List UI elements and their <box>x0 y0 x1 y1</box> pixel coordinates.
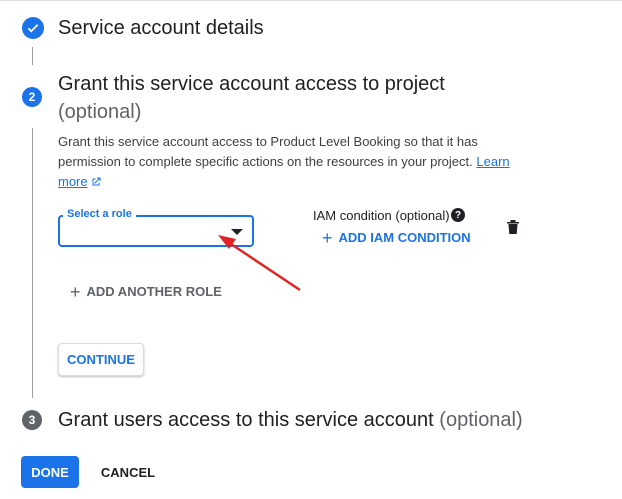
step3-optional: (optional) <box>439 409 523 431</box>
step1-title[interactable]: Service account details <box>58 15 264 41</box>
delete-trash-icon[interactable] <box>506 219 520 240</box>
step-connector-line <box>32 128 33 398</box>
add-another-role-label: ADD ANOTHER ROLE <box>86 284 222 299</box>
step3-title-text: Grant users access to this service accou… <box>58 409 434 431</box>
iam-condition-label: IAM condition (optional) <box>313 208 450 223</box>
role-select-label: Select a role <box>63 208 136 220</box>
step3-title[interactable]: Grant users access to this service accou… <box>58 407 523 433</box>
plus-icon: + <box>322 227 333 248</box>
description-text: Grant this service account access to Pro… <box>58 134 478 169</box>
step2-optional: (optional) <box>58 101 142 123</box>
dropdown-caret-icon[interactable] <box>231 229 243 235</box>
step3-number-badge: 3 <box>22 410 42 430</box>
top-divider <box>0 0 622 1</box>
done-button[interactable]: DONE <box>21 456 79 488</box>
step2-title: Grant this service account access to pro… <box>58 71 445 97</box>
add-iam-condition-label: ADD IAM CONDITION <box>338 230 471 245</box>
cancel-button[interactable]: CANCEL <box>96 456 160 488</box>
add-iam-condition-button[interactable]: + ADD IAM CONDITION <box>322 227 471 248</box>
external-link-icon <box>90 174 102 194</box>
annotation-arrow-shaft <box>227 240 301 292</box>
step-connector-line <box>32 47 33 65</box>
plus-icon: + <box>70 281 81 302</box>
step2-number-badge: 2 <box>22 87 42 107</box>
step2-description: Grant this service account access to Pro… <box>58 132 528 194</box>
add-another-role-button[interactable]: + ADD ANOTHER ROLE <box>70 281 222 302</box>
continue-button[interactable]: CONTINUE <box>58 343 144 376</box>
step2-title-text: Grant this service account access to pro… <box>58 73 445 95</box>
step-complete-check-icon <box>22 17 44 39</box>
help-icon[interactable]: ? <box>451 208 465 222</box>
